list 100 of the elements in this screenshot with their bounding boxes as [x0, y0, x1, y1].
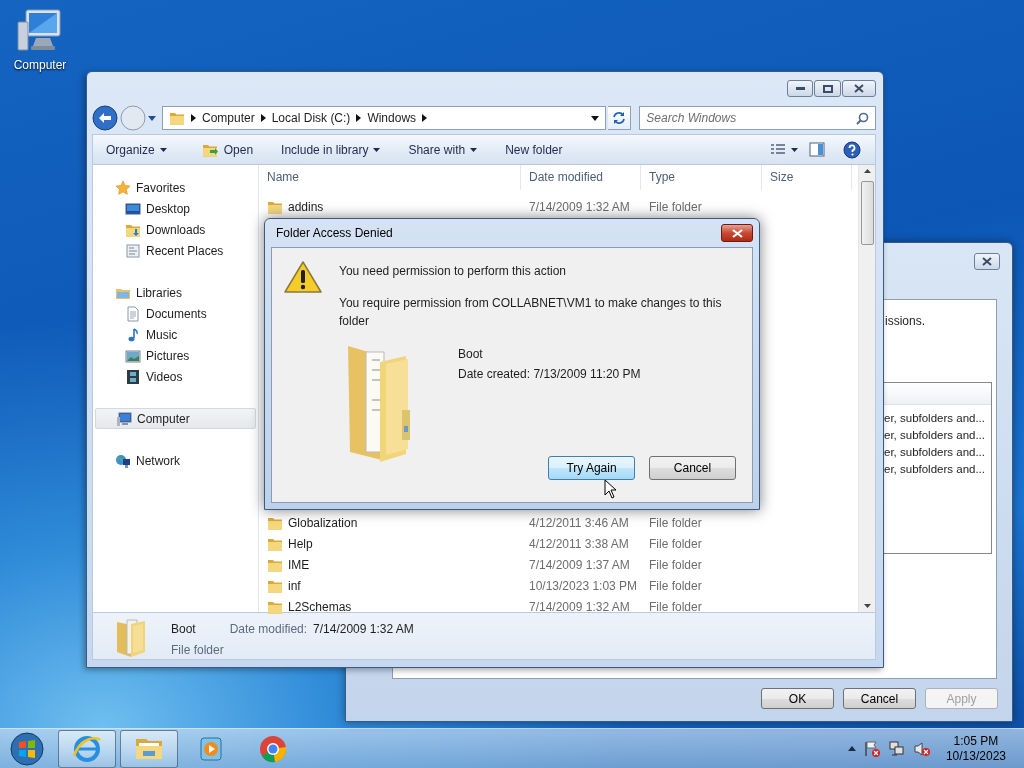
chevron-icon — [356, 114, 362, 123]
file-name: Boot — [171, 621, 197, 638]
column-header[interactable]: Name — [259, 164, 521, 190]
computer-icon — [116, 410, 132, 427]
picture-icon — [125, 347, 141, 364]
nav-item[interactable]: Desktop — [95, 198, 256, 219]
flag-error-icon[interactable] — [862, 739, 881, 758]
file-name[interactable]: inf — [259, 576, 521, 595]
nav-item[interactable]: Libraries — [95, 282, 256, 303]
minimize-button[interactable] — [787, 80, 813, 97]
breadcrumb-link[interactable]: Local Disk (C:) — [271, 109, 351, 128]
maximize-button[interactable] — [814, 80, 841, 97]
speaker-muted-icon[interactable] — [912, 739, 931, 758]
try-again-button[interactable]: Try Again — [548, 456, 635, 480]
ok-button[interactable]: OK — [761, 688, 834, 709]
taskbar-button[interactable] — [58, 729, 116, 768]
open-button[interactable]: Open — [193, 137, 261, 162]
nav-item[interactable]: Music — [95, 324, 256, 345]
column-header[interactable]: Type — [641, 164, 762, 190]
network-icon — [115, 452, 131, 469]
nav-item[interactable]: Computer — [95, 408, 256, 429]
mouse-pointer-icon — [604, 479, 617, 499]
date-cell-text: 4/12/2011 3:46 AM — [528, 514, 630, 532]
type-cell-text: File folder — [648, 577, 703, 595]
file-name: Boot — [458, 346, 484, 363]
help-icon[interactable] — [843, 140, 861, 159]
back-button[interactable] — [92, 105, 118, 132]
file-name[interactable]: IME — [259, 555, 521, 574]
refresh-button[interactable] — [607, 106, 632, 131]
scroll-up-icon — [863, 169, 871, 173]
close-icon — [982, 257, 992, 266]
nav-item[interactable]: Favorites — [95, 177, 256, 198]
dialog-message: You require permission from COLLABNET\VM1 to make changes to this folder — [339, 295, 723, 330]
permission-cell-text: er, subfolders and... — [883, 462, 986, 477]
chevron-icon — [422, 114, 428, 123]
nav-item[interactable]: Recent Places — [95, 240, 256, 261]
chevron-icon — [191, 114, 196, 123]
windows-logo-icon — [9, 730, 45, 767]
nav-item[interactable]: Pictures — [95, 345, 256, 366]
file-type: File folder — [171, 642, 224, 659]
file-name[interactable]: Globalization — [259, 513, 521, 532]
restore-icon — [822, 84, 833, 93]
cancel-button[interactable]: Cancel — [649, 456, 736, 480]
file-name[interactable]: L2Schemas — [259, 597, 521, 616]
column-header[interactable]: Size — [762, 164, 852, 190]
clock[interactable]: 1:05 PM 10/13/2023 — [945, 733, 1006, 764]
type-cell-text: File folder — [648, 598, 703, 616]
date-cell-text: 7/14/2009 1:32 AM — [528, 198, 631, 216]
date-cell-text: 10/13/2023 1:03 PM — [528, 577, 639, 595]
nav-item[interactable]: Documents — [95, 303, 256, 324]
share-with-button[interactable]: Share with — [401, 137, 485, 162]
file-name[interactable]: Help — [259, 534, 521, 553]
breadcrumb-link[interactable]: Windows — [367, 109, 417, 128]
property-value: 7/14/2009 1:32 AM — [313, 621, 414, 638]
star-icon — [115, 179, 131, 196]
refresh-icon — [612, 111, 627, 126]
search-field[interactable]: Search Windows — [646, 109, 852, 128]
nav-item[interactable]: Videos — [95, 366, 256, 387]
scrollbar[interactable] — [858, 165, 875, 612]
close-icon — [731, 228, 743, 238]
close-button[interactable] — [842, 80, 876, 97]
include-in-library-button[interactable]: Include in library — [274, 137, 388, 162]
close-button[interactable] — [721, 224, 753, 242]
nav-item[interactable]: Downloads — [95, 219, 256, 240]
address-dropdown-icon[interactable] — [590, 115, 599, 121]
column-header[interactable]: Date modified — [521, 164, 641, 190]
organize-button[interactable]: Organize — [99, 137, 174, 162]
network-icon[interactable] — [887, 739, 906, 758]
caret-icon — [470, 147, 478, 152]
dialog-heading: You need permission to perform this action — [339, 263, 567, 280]
taskbar-button[interactable] — [120, 729, 178, 768]
permission-cell-text: er, subfolders and... — [883, 428, 986, 443]
caret-icon — [791, 147, 798, 152]
nav-item[interactable]: Network — [95, 450, 256, 471]
preview-pane-icon[interactable] — [809, 142, 825, 158]
file-name[interactable]: addins — [259, 197, 521, 216]
show-hidden-icons-button[interactable] — [847, 746, 856, 751]
breadcrumb-link[interactable]: Computer — [202, 109, 255, 128]
permission-cell-text: er, subfolders and... — [883, 411, 986, 426]
new-folder-button[interactable]: New folder — [498, 137, 570, 162]
scrollbar-thumb[interactable] — [860, 181, 874, 245]
date-created-text: Date created: 7/13/2009 11:20 PM — [458, 366, 641, 383]
caret-icon — [373, 147, 381, 152]
search-box[interactable]: Search Windows — [639, 106, 876, 131]
address-bar[interactable]: Computer Local Disk (C:) Windows — [162, 106, 606, 131]
scroll-down-icon — [863, 604, 871, 608]
cancel-button[interactable]: Cancel — [843, 688, 916, 709]
recent-places-icon — [125, 242, 141, 259]
desktop-icon-label[interactable]: Computer — [13, 56, 67, 74]
search-icon — [856, 111, 869, 125]
history-dropdown-icon[interactable] — [148, 115, 156, 121]
close-button[interactable] — [974, 253, 1000, 270]
folder-icon — [169, 110, 185, 127]
permission-cell-text: er, subfolders and... — [883, 445, 986, 460]
computer-icon[interactable] — [16, 8, 64, 54]
property-label: Date modified: — [229, 621, 308, 638]
view-list-icon — [770, 142, 786, 157]
instruction-text: issions. — [885, 313, 926, 330]
document-icon — [125, 305, 141, 322]
browser-icon — [72, 733, 102, 764]
